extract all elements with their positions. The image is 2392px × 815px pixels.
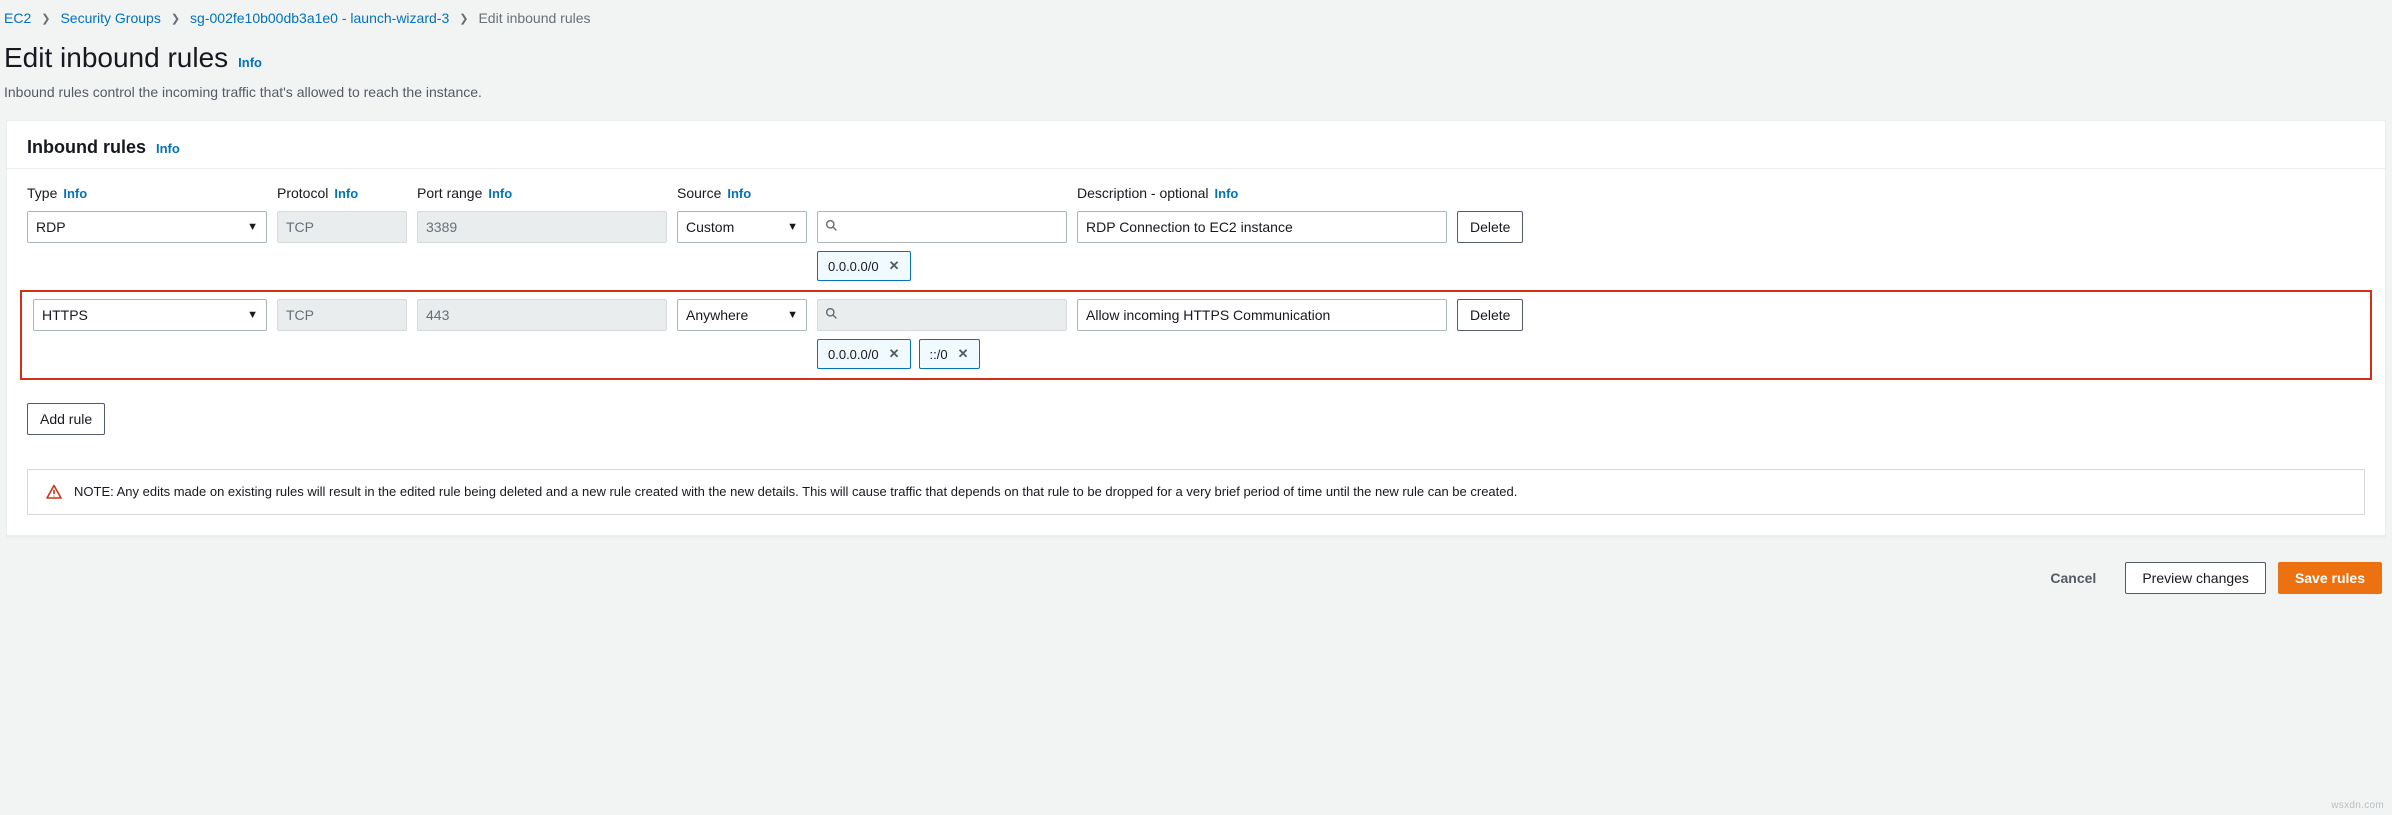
cidr-chip: ::/0 ✕ (919, 339, 980, 369)
page-title-row: Edit inbound rules Info (0, 32, 2392, 80)
cidr-chip: 0.0.0.0/0 ✕ (817, 251, 911, 281)
breadcrumb-sg-id[interactable]: sg-002fe10b00db3a1e0 - launch-wizard-3 (190, 10, 449, 26)
delete-button[interactable]: Delete (1457, 211, 1523, 243)
port-range-field: 443 (417, 299, 667, 331)
cidr-chips: 0.0.0.0/0 ✕ (817, 251, 1067, 281)
close-icon[interactable]: ✕ (889, 258, 900, 274)
info-link[interactable]: Info (238, 55, 262, 70)
cidr-chip-text: ::/0 (930, 347, 948, 362)
chevron-right-icon: ❯ (171, 12, 180, 25)
col-protocol-label: Protocol (277, 185, 328, 201)
source-cell: 0.0.0.0/0 ✕ (817, 211, 1067, 281)
description-input[interactable] (1077, 211, 1447, 243)
rules-column-headers: Type Info Protocol Info Port range Info … (27, 185, 2365, 201)
info-link[interactable]: Info (63, 186, 87, 201)
cidr-chip: 0.0.0.0/0 ✕ (817, 339, 911, 369)
watermark: wsxdn.com (2331, 800, 2384, 811)
breadcrumb-security-groups[interactable]: Security Groups (60, 10, 160, 26)
info-link[interactable]: Info (488, 186, 512, 201)
panel-title: Inbound rules (27, 137, 146, 158)
cancel-button[interactable]: Cancel (2033, 562, 2113, 594)
breadcrumb-ec2[interactable]: EC2 (4, 10, 31, 26)
source-mode-select[interactable]: Anywhere (677, 299, 807, 331)
note-text: NOTE: Any edits made on existing rules w… (74, 484, 1517, 499)
page-title: Edit inbound rules (4, 42, 228, 74)
type-select[interactable]: RDP (27, 211, 267, 243)
page-subtitle: Inbound rules control the incoming traff… (0, 80, 2392, 120)
breadcrumb-current: Edit inbound rules (478, 10, 590, 26)
info-link[interactable]: Info (334, 186, 358, 201)
col-port-label: Port range (417, 185, 482, 201)
info-link[interactable]: Info (156, 141, 180, 156)
chevron-right-icon: ❯ (41, 12, 50, 25)
protocol-field: TCP (277, 299, 407, 331)
col-source-label: Source (677, 185, 721, 201)
warning-icon (46, 484, 62, 500)
close-icon[interactable]: ✕ (958, 346, 969, 362)
chevron-right-icon: ❯ (459, 12, 468, 25)
rule-row: HTTPS▼TCP443Anywhere▼0.0.0.0/0✕::/0✕Dele… (21, 291, 2371, 379)
panel-header: Inbound rules Info (7, 121, 2385, 169)
source-mode-select[interactable]: Custom (677, 211, 807, 243)
note-box: NOTE: Any edits made on existing rules w… (27, 469, 2365, 515)
cidr-chip-text: 0.0.0.0/0 (828, 347, 879, 362)
info-link[interactable]: Info (1215, 186, 1239, 201)
cidr-chip-text: 0.0.0.0/0 (828, 259, 879, 274)
footer-actions: Cancel Preview changes Save rules (0, 536, 2392, 602)
delete-button[interactable]: Delete (1457, 299, 1523, 331)
preview-changes-button[interactable]: Preview changes (2125, 562, 2266, 594)
cidr-chips: 0.0.0.0/0 ✕::/0 ✕ (817, 339, 1067, 369)
protocol-field: TCP (277, 211, 407, 243)
col-description-label: Description - optional (1077, 185, 1209, 201)
description-input[interactable] (1077, 299, 1447, 331)
type-select[interactable]: HTTPS (33, 299, 267, 331)
add-rule-button[interactable]: Add rule (27, 403, 105, 435)
source-search-input (817, 299, 1067, 331)
info-link[interactable]: Info (727, 186, 751, 201)
close-icon[interactable]: ✕ (889, 346, 900, 362)
save-rules-button[interactable]: Save rules (2278, 562, 2382, 594)
source-cell: 0.0.0.0/0 ✕::/0 ✕ (817, 299, 1067, 369)
port-range-field: 3389 (417, 211, 667, 243)
inbound-rules-panel: Inbound rules Info Type Info Protocol In… (6, 120, 2386, 536)
source-search-input[interactable] (817, 211, 1067, 243)
breadcrumb: EC2 ❯ Security Groups ❯ sg-002fe10b00db3… (0, 0, 2392, 32)
rule-row: RDP▼TCP3389Custom▼0.0.0.0/0✕Delete (27, 207, 2365, 287)
col-type-label: Type (27, 185, 57, 201)
